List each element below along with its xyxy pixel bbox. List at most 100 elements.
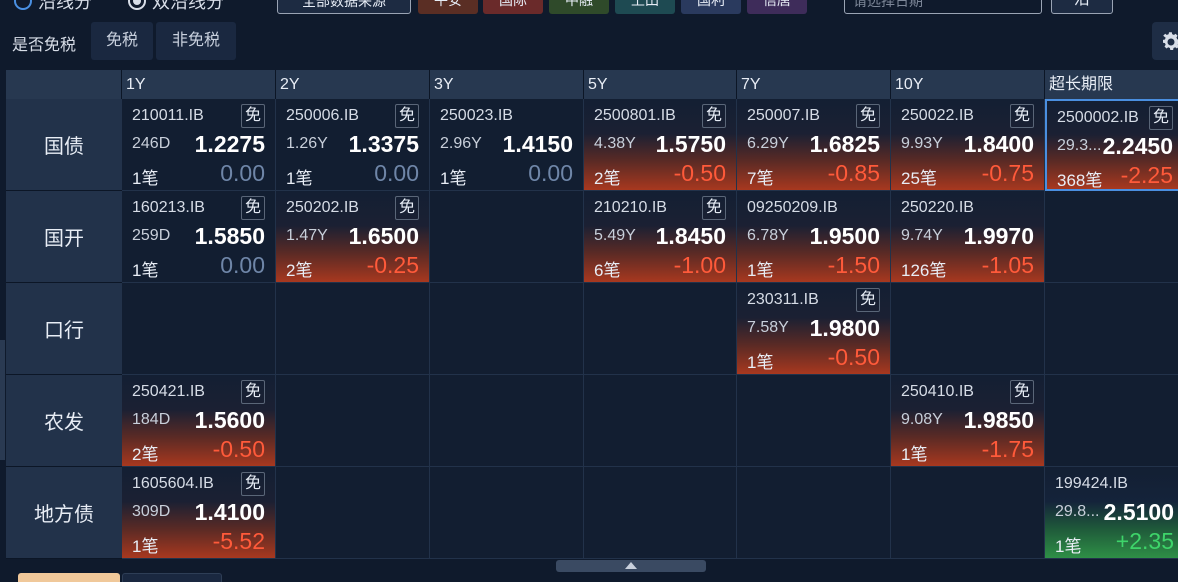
column-header[interactable]: 7Y bbox=[737, 70, 891, 99]
column-header[interactable]: 1Y bbox=[122, 70, 276, 99]
filter-non-tax-free-button[interactable]: 非免税 bbox=[156, 22, 236, 60]
yield-change: 0.00 bbox=[374, 160, 419, 186]
column-header[interactable]: 超长期限 bbox=[1045, 70, 1178, 99]
bottom-tab[interactable] bbox=[122, 573, 222, 582]
trade-count: 2笔 bbox=[132, 445, 159, 464]
remaining-term: 9.74Y bbox=[901, 227, 943, 244]
tax-free-badge: 免 bbox=[395, 196, 419, 220]
yield-change: -0.25 bbox=[366, 252, 419, 278]
quote-cell[interactable]: 230311.IB 7.58Y 1.9800 1笔 -0.50 免 bbox=[737, 283, 891, 375]
yield-value: 1.9500 bbox=[809, 223, 880, 249]
trade-count: 1笔 bbox=[901, 445, 928, 464]
broker-button[interactable]: 中融 bbox=[549, 0, 609, 14]
quote-cell[interactable]: 1605604.IB 309D 1.4100 1笔 -5.52 免 bbox=[122, 467, 276, 559]
filter-tax-free-button[interactable]: 免税 bbox=[91, 22, 153, 60]
quote-cell[interactable]: 250421.IB 184D 1.5600 2笔 -0.50 免 bbox=[122, 375, 276, 467]
empty-cell bbox=[122, 283, 276, 375]
radio-icon bbox=[14, 0, 32, 10]
quote-cell[interactable]: 250006.IB 1.26Y 1.3375 1笔 0.00 免 bbox=[276, 99, 430, 191]
broker-button[interactable]: 国际 bbox=[483, 0, 543, 14]
trade-count: 126笔 bbox=[901, 261, 947, 280]
search-placeholder: 请选择日期 bbox=[853, 0, 923, 9]
quote-cell[interactable]: 250202.IB 1.47Y 1.6500 2笔 -0.25 免 bbox=[276, 191, 430, 283]
quote-cell[interactable]: 2500801.IB 4.38Y 1.5750 2笔 -0.50 免 bbox=[584, 99, 737, 191]
trade-count: 1笔 bbox=[747, 261, 774, 280]
bond-code: 230311.IB bbox=[747, 291, 819, 308]
remaining-term: 259D bbox=[132, 227, 171, 244]
bond-code: 2500801.IB bbox=[594, 107, 676, 124]
empty-cell bbox=[1045, 375, 1178, 467]
quote-cell[interactable]: 09250209.IB 6.78Y 1.9500 1笔 -1.50 bbox=[737, 191, 891, 283]
quote-cell[interactable]: 210210.IB 5.49Y 1.8450 6笔 -1.00 免 bbox=[584, 191, 737, 283]
collapse-panel-handle[interactable] bbox=[556, 560, 706, 572]
column-header[interactable]: 2Y bbox=[276, 70, 430, 99]
tax-free-badge: 免 bbox=[241, 196, 265, 220]
yield-change: 0.00 bbox=[220, 252, 265, 278]
remaining-term: 9.93Y bbox=[901, 135, 943, 152]
quote-cell[interactable]: 2500002.IB 29.3... 2.2450 368笔 -2.25 免 bbox=[1045, 99, 1178, 191]
quote-cell[interactable]: 250220.IB 9.74Y 1.9970 126笔 -1.05 bbox=[891, 191, 1045, 283]
remaining-term: 4.38Y bbox=[594, 135, 636, 152]
tax-free-badge: 免 bbox=[702, 196, 726, 220]
radio-label: 沿线分 bbox=[38, 0, 92, 12]
trade-count: 2笔 bbox=[594, 169, 621, 188]
settings-button[interactable] bbox=[1152, 22, 1178, 60]
go-button[interactable]: 沿 bbox=[1051, 0, 1113, 14]
broker-button[interactable]: 平安 bbox=[418, 0, 478, 14]
empty-cell bbox=[430, 467, 584, 559]
radio-line-split[interactable]: 沿线分 bbox=[14, 0, 92, 12]
broker-button[interactable]: 国利 bbox=[681, 0, 741, 14]
row-header: 农发 bbox=[6, 375, 122, 467]
bond-code: 199424.IB bbox=[1055, 475, 1128, 492]
yield-change: 0.00 bbox=[528, 160, 573, 186]
row-header: 地方债 bbox=[6, 467, 122, 559]
date-search-input[interactable]: 请选择日期 bbox=[844, 0, 1042, 14]
quote-cell[interactable]: 250022.IB 9.93Y 1.8400 25笔 -0.75 免 bbox=[891, 99, 1045, 191]
column-header[interactable]: 3Y bbox=[430, 70, 584, 99]
quote-cell[interactable]: 199424.IB 29.8... 2.5100 1笔 +2.35 bbox=[1045, 467, 1178, 559]
bond-code: 210210.IB bbox=[594, 199, 667, 216]
left-panel-edge bbox=[0, 340, 5, 460]
remaining-term: 5.49Y bbox=[594, 227, 636, 244]
trade-count: 2笔 bbox=[286, 261, 313, 280]
yield-value: 1.8450 bbox=[655, 223, 726, 249]
chevron-up-icon bbox=[625, 562, 637, 569]
broker-button[interactable]: 上田 bbox=[615, 0, 675, 14]
bond-code: 250421.IB bbox=[132, 383, 205, 400]
broker-button[interactable]: 信唐 bbox=[747, 0, 807, 14]
empty-cell bbox=[737, 467, 891, 559]
remaining-term: 6.29Y bbox=[747, 135, 789, 152]
trade-count: 1笔 bbox=[286, 169, 313, 188]
data-source-button[interactable]: 全部数据来源 bbox=[277, 0, 411, 14]
quote-cell[interactable]: 210011.IB 246D 1.2275 1笔 0.00 免 bbox=[122, 99, 276, 191]
trade-count: 1笔 bbox=[132, 169, 159, 188]
radio-double-line-split[interactable]: 双沿线分 bbox=[128, 0, 224, 12]
yield-value: 1.6825 bbox=[809, 131, 880, 157]
tax-free-badge: 免 bbox=[241, 104, 265, 128]
bond-code: 250022.IB bbox=[901, 107, 974, 124]
bond-code: 09250209.IB bbox=[747, 199, 838, 216]
bond-code: 250410.IB bbox=[901, 383, 974, 400]
yield-value: 1.9970 bbox=[963, 223, 1034, 249]
tax-free-badge: 免 bbox=[856, 288, 880, 312]
column-header[interactable]: 10Y bbox=[891, 70, 1045, 99]
yield-change: -5.52 bbox=[212, 528, 265, 554]
yield-value: 1.3375 bbox=[348, 131, 419, 157]
quote-cell[interactable]: 160213.IB 259D 1.5850 1笔 0.00 免 bbox=[122, 191, 276, 283]
remaining-term: 29.8... bbox=[1055, 503, 1100, 520]
trade-count: 7笔 bbox=[747, 169, 774, 188]
tax-free-badge: 免 bbox=[1149, 106, 1173, 130]
bottom-tab-active[interactable] bbox=[18, 573, 120, 582]
column-header[interactable]: 5Y bbox=[584, 70, 737, 99]
quote-cell[interactable]: 250023.IB 2.96Y 1.4150 1笔 0.00 bbox=[430, 99, 584, 191]
empty-cell bbox=[430, 191, 584, 283]
yield-value: 1.6500 bbox=[348, 223, 419, 249]
bond-code: 250023.IB bbox=[440, 107, 513, 124]
trade-count: 25笔 bbox=[901, 169, 937, 188]
quote-cell[interactable]: 250410.IB 9.08Y 1.9850 1笔 -1.75 免 bbox=[891, 375, 1045, 467]
yield-value: 1.9850 bbox=[963, 407, 1034, 433]
tax-free-badge: 免 bbox=[1010, 104, 1034, 128]
quote-cell[interactable]: 250007.IB 6.29Y 1.6825 7笔 -0.85 免 bbox=[737, 99, 891, 191]
yield-change: -1.75 bbox=[981, 436, 1034, 462]
trade-count: 1笔 bbox=[132, 537, 159, 556]
